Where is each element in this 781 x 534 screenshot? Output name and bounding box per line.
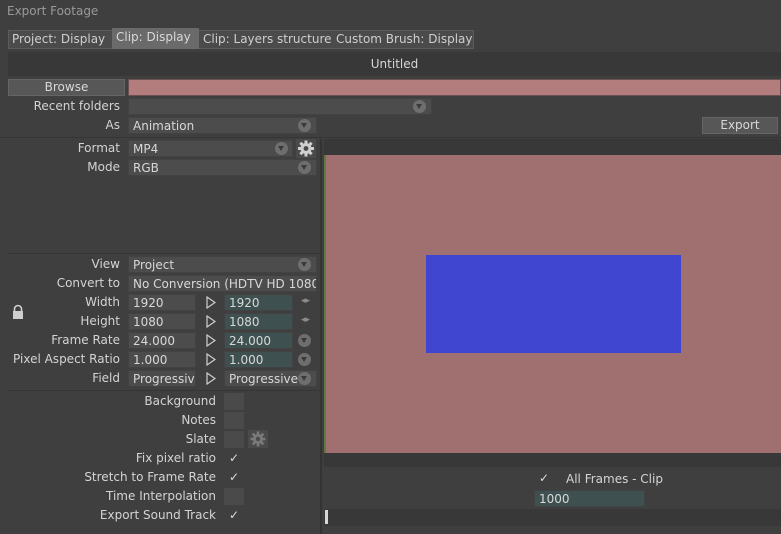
check-icon: ✓ bbox=[228, 508, 240, 522]
path-field[interactable] bbox=[128, 79, 781, 96]
slate-checkbox[interactable] bbox=[224, 431, 244, 448]
play-arrow-icon[interactable] bbox=[206, 353, 216, 366]
play-arrow-icon[interactable] bbox=[206, 315, 216, 328]
play-arrow-icon[interactable] bbox=[206, 372, 216, 385]
width-source-field[interactable]: 1920 bbox=[128, 294, 196, 311]
chevron-down-icon bbox=[298, 119, 311, 132]
play-arrow-icon[interactable] bbox=[206, 334, 216, 347]
stretch-to-frame-rate-label: Stretch to Frame Rate bbox=[84, 470, 216, 484]
format-label: Format bbox=[77, 141, 120, 155]
notes-checkbox[interactable] bbox=[224, 412, 244, 429]
chevron-down-icon bbox=[298, 161, 311, 174]
format-dropdown[interactable]: MP4 bbox=[128, 140, 293, 157]
background-checkbox[interactable] bbox=[224, 393, 244, 410]
slate-label: Slate bbox=[185, 432, 216, 446]
preview-header bbox=[324, 139, 781, 155]
frame-rate-source-field[interactable]: 24.000 bbox=[128, 332, 196, 349]
frame-rate-target-field[interactable]: 24.000 bbox=[224, 332, 293, 349]
chevron-down-icon bbox=[298, 372, 311, 385]
pixel-aspect-ratio-label: Pixel Aspect Ratio bbox=[13, 352, 120, 366]
chevron-down-icon[interactable] bbox=[298, 334, 311, 347]
export-frame-area[interactable] bbox=[426, 255, 681, 353]
format-settings-button[interactable] bbox=[296, 139, 316, 158]
divider bbox=[0, 137, 781, 138]
preview-footer bbox=[324, 453, 781, 467]
frame-rate-label: Frame Rate bbox=[51, 333, 120, 347]
tab-clip-display[interactable]: Clip: Display bbox=[112, 28, 199, 49]
tab-custom-brush-display[interactable]: Custom Brush: Display bbox=[332, 30, 473, 49]
mode-dropdown[interactable]: RGB bbox=[128, 159, 317, 176]
resize-arrows-icon[interactable]: ◂▸ bbox=[301, 296, 310, 306]
height-target-field[interactable]: 1080 bbox=[224, 313, 293, 330]
notes-label: Notes bbox=[181, 413, 216, 427]
pixel-aspect-ratio-source-field[interactable]: 1.000 bbox=[128, 351, 196, 368]
view-label: View bbox=[91, 257, 120, 271]
as-label: As bbox=[105, 118, 120, 132]
fix-pixel-ratio-checkbox[interactable]: ✓ bbox=[224, 450, 244, 467]
chevron-down-icon bbox=[275, 142, 288, 155]
gear-icon bbox=[298, 140, 314, 157]
document-title: Untitled bbox=[8, 52, 781, 76]
slate-settings-button[interactable] bbox=[248, 430, 268, 448]
timeline-playhead[interactable] bbox=[325, 510, 328, 524]
field-label: Field bbox=[92, 371, 120, 385]
panel-divider[interactable] bbox=[320, 139, 322, 534]
frame-count-field[interactable]: 1000 bbox=[534, 490, 645, 507]
width-target-field[interactable]: 1920 bbox=[224, 294, 293, 311]
all-frames-label: All Frames - Clip bbox=[566, 472, 663, 486]
chevron-down-icon bbox=[298, 258, 311, 271]
gear-icon bbox=[250, 431, 266, 447]
recent-folders-dropdown[interactable] bbox=[128, 98, 432, 115]
check-icon: ✓ bbox=[228, 470, 240, 484]
window-title: Export Footage bbox=[7, 4, 99, 18]
height-label: Height bbox=[80, 314, 120, 328]
divider bbox=[8, 390, 320, 391]
pixel-aspect-ratio-target-field[interactable]: 1.000 bbox=[224, 351, 293, 368]
chevron-down-icon bbox=[413, 100, 426, 113]
mode-label: Mode bbox=[87, 160, 120, 174]
height-source-field[interactable]: 1080 bbox=[128, 313, 196, 330]
background-label: Background bbox=[144, 394, 216, 408]
convert-to-dropdown[interactable]: No Conversion (HDTV HD 1080p bbox=[128, 275, 317, 292]
view-dropdown[interactable]: Project bbox=[128, 256, 317, 273]
all-frames-checkbox[interactable]: ✓ bbox=[534, 470, 554, 487]
time-interpolation-checkbox[interactable] bbox=[224, 488, 244, 505]
divider bbox=[8, 253, 320, 254]
as-dropdown[interactable]: Animation bbox=[128, 117, 317, 134]
recent-folders-label: Recent folders bbox=[33, 99, 120, 113]
fix-pixel-ratio-label: Fix pixel ratio bbox=[135, 451, 216, 465]
width-label: Width bbox=[85, 295, 120, 309]
check-icon: ✓ bbox=[538, 471, 550, 485]
export-sound-track-label: Export Sound Track bbox=[99, 508, 216, 522]
resize-arrows-icon[interactable]: ◂▸ bbox=[301, 315, 310, 325]
field-source-field[interactable]: Progressive bbox=[128, 370, 196, 387]
play-arrow-icon[interactable] bbox=[206, 296, 216, 309]
check-icon: ✓ bbox=[228, 451, 240, 465]
convert-to-label: Convert to bbox=[56, 276, 120, 290]
tab-project-display[interactable]: Project: Display bbox=[8, 30, 112, 49]
chevron-down-icon[interactable] bbox=[298, 353, 311, 366]
tab-clip-layers-structure[interactable]: Clip: Layers structure bbox=[199, 30, 332, 49]
time-interpolation-label: Time Interpolation bbox=[106, 489, 216, 503]
export-button[interactable]: Export bbox=[702, 117, 778, 134]
export-sound-track-checkbox[interactable]: ✓ bbox=[224, 507, 244, 524]
stretch-to-frame-rate-checkbox[interactable]: ✓ bbox=[224, 469, 244, 486]
browse-button[interactable]: Browse bbox=[8, 79, 125, 96]
timeline-bar[interactable] bbox=[324, 509, 781, 526]
